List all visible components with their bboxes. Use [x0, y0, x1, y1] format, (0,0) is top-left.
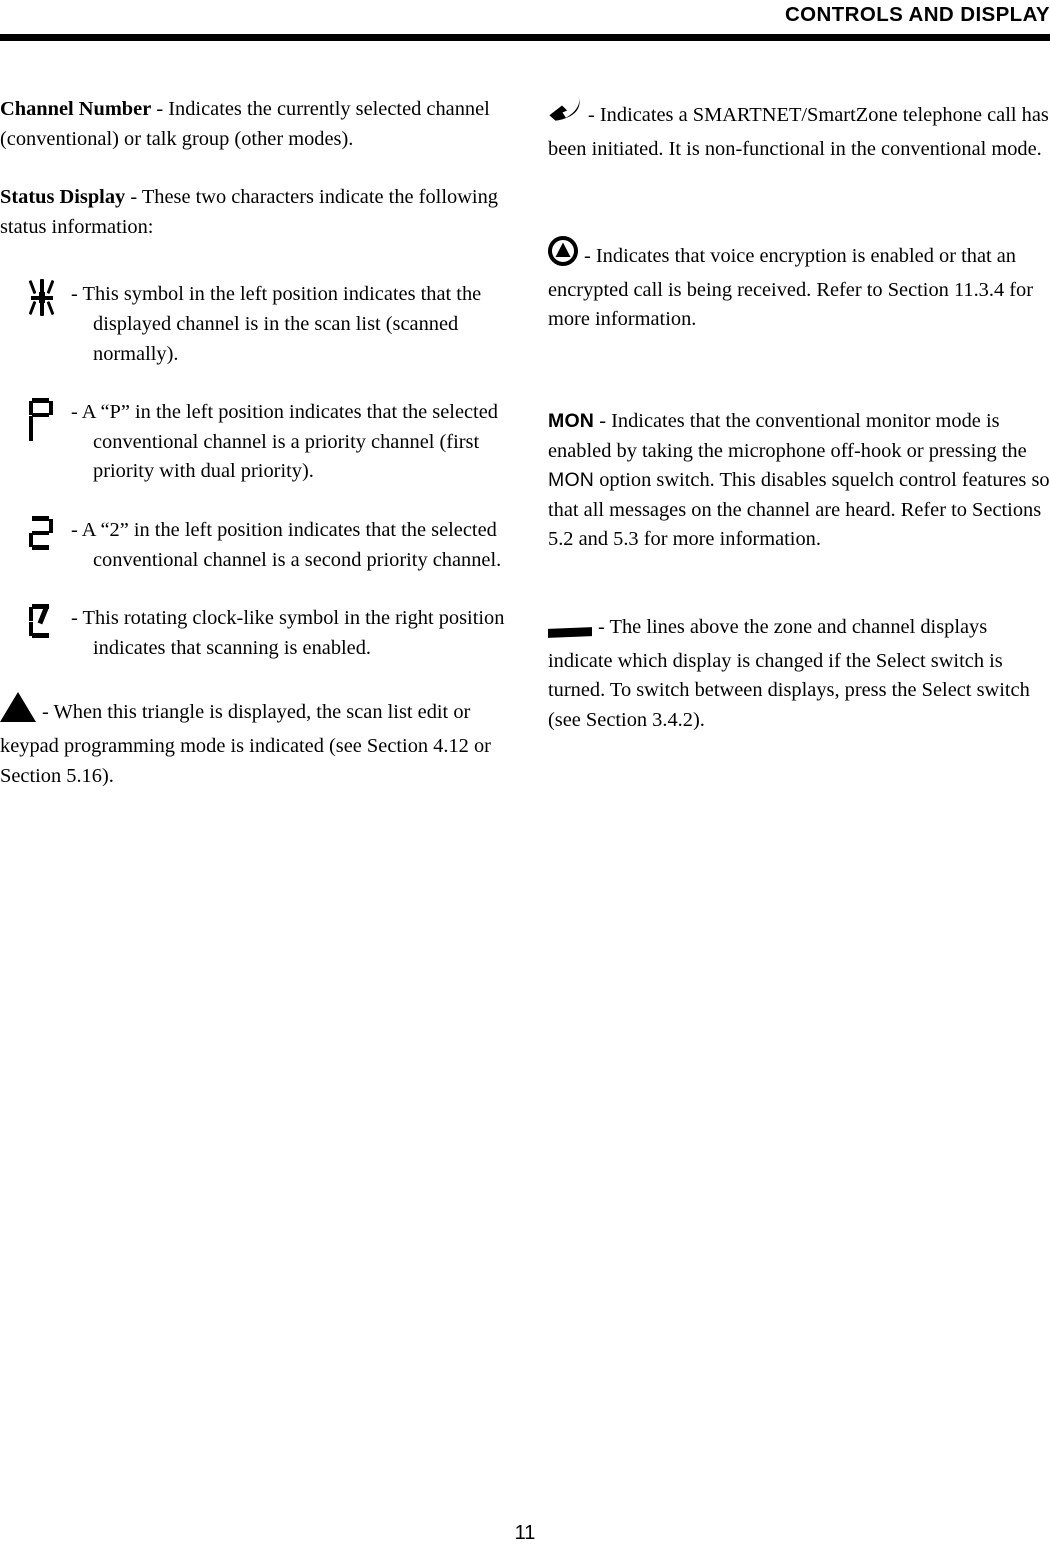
status-item-priority-p: - A “P” in the left position indicates t… [0, 398, 505, 487]
encryption-circle-triangle-icon [548, 236, 578, 276]
select-display-lines-text: - The lines above the zone and channel d… [548, 615, 1030, 731]
telephone-handset-glyph [549, 96, 580, 121]
voice-encryption-item: - Indicates that voice encryption is ena… [548, 236, 1050, 335]
status-item-scanning-clock: - This rotating clock-like symbol in the… [0, 604, 505, 663]
page-title: CONTROLS AND DISPLAY [784, 3, 1050, 26]
voice-encryption-item-text: - Indicates that voice encryption is ena… [548, 245, 1034, 331]
monitor-mode-body-part1: Indicates that the conventional monitor … [548, 409, 1027, 462]
select-display-bar-icon [548, 617, 592, 647]
monitor-mode-body-part2: option switch. This disables squelch con… [548, 469, 1050, 551]
monitor-mode-dash: - [594, 409, 612, 432]
status-item-triangle-text: - When this triangle is displayed, the s… [0, 701, 491, 787]
left-column: Channel Number - Indicates the currently… [0, 95, 505, 791]
seven-segment-two-symbol [28, 515, 64, 550]
encryption-glyph [548, 236, 578, 267]
status-display-paragraph: Status Display - These two characters in… [0, 183, 505, 242]
status-display-dash: - [125, 186, 142, 209]
telephone-call-item-text: - Indicates a SMARTNET/SmartZone telepho… [548, 104, 1049, 160]
seven-segment-glyph-2 [28, 515, 54, 550]
status-item-triangle: - When this triangle is displayed, the s… [0, 692, 505, 791]
seven-segment-p-symbol [28, 398, 64, 442]
status-item-second-priority-2-text: - A “2” in the left position indicates t… [71, 518, 502, 571]
telephone-call-item: - Indicates a SMARTNET/SmartZone telepho… [548, 95, 1050, 164]
status-item-second-priority-2: - A “2” in the left position indicates t… [0, 515, 505, 575]
page-footer: 11 [0, 1522, 1050, 1545]
seven-segment-glyph-p [28, 398, 54, 442]
monitor-mode-item: MON - Indicates that the conventional mo… [548, 407, 1050, 555]
status-item-scan-list: - This symbol in the left position indic… [0, 279, 505, 369]
channel-number-lead: Channel Number [0, 98, 152, 120]
solid-triangle-symbol [0, 692, 36, 732]
status-item-scan-list-text: - This symbol in the left position indic… [71, 283, 482, 365]
channel-number-paragraph: Channel Number - Indicates the currently… [0, 95, 505, 154]
right-column: - Indicates a SMARTNET/SmartZone telepho… [548, 95, 1050, 735]
starburst-glyph [28, 279, 56, 317]
select-display-lines-item: - The lines above the zone and channel d… [548, 613, 1050, 735]
page-number: 11 [514, 1522, 536, 1544]
monitor-mode-lead: MON [548, 409, 595, 432]
rotating-clock-glyph [28, 604, 54, 638]
rotating-clock-symbol [28, 604, 64, 638]
solid-triangle-glyph [0, 692, 36, 723]
status-item-scanning-clock-text: - This rotating clock-like symbol in the… [71, 607, 505, 659]
header-divider-rule [0, 34, 1050, 41]
monitor-mode-inline-label: MON [548, 469, 595, 492]
status-display-lead: Status Display [0, 186, 126, 209]
manual-page: CONTROLS AND DISPLAY Channel Number - In… [0, 0, 1050, 1563]
page-header: CONTROLS AND DISPLAY [0, 0, 1050, 34]
telephone-handset-icon [548, 95, 582, 135]
status-item-priority-p-text: - A “P” in the left position indicates t… [71, 401, 498, 483]
select-display-bar-glyph [548, 627, 592, 638]
channel-number-dash: - [151, 98, 169, 120]
scan-list-starburst-symbol [28, 279, 64, 317]
